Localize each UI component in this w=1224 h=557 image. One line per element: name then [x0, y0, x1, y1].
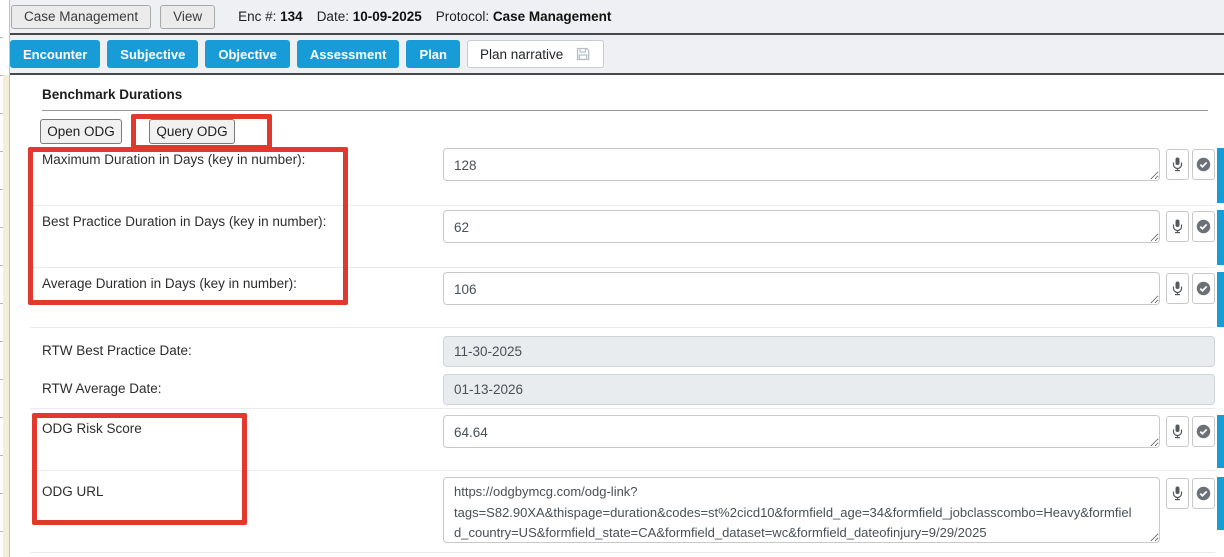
rtw-best-practice-date-field: 11-30-2025 — [443, 336, 1215, 367]
plan-narrative-button[interactable]: Plan narrative — [467, 40, 604, 68]
row-separator — [30, 408, 1215, 409]
check-circle-icon — [1196, 157, 1211, 172]
enc-label: Enc #: — [238, 9, 276, 24]
microphone-icon — [1171, 157, 1184, 172]
best-practice-duration-confirm-button[interactable] — [1192, 211, 1215, 242]
left-strip-border — [9, 0, 10, 557]
date-label: Date: — [317, 9, 349, 24]
query-odg-button[interactable]: Query ODG — [149, 119, 235, 144]
date-value: 10-09-2025 — [353, 9, 422, 24]
encounter-number: Enc #: 134 — [238, 9, 303, 24]
top-toolbar: Case Management View Enc #: 134 Date: 10… — [10, 0, 1224, 35]
tab-plan[interactable]: Plan — [406, 40, 459, 68]
odg-risk-score-mic-button[interactable] — [1166, 416, 1189, 447]
row-separator — [30, 470, 1215, 471]
protocol-value: Case Management — [493, 9, 612, 24]
best-practice-duration-mic-button[interactable] — [1166, 211, 1189, 242]
max-duration-confirm-button[interactable] — [1192, 149, 1215, 180]
encounter-date: Date: 10-09-2025 — [317, 9, 422, 24]
heading-divider — [42, 110, 1208, 111]
field-accent-bar — [1217, 148, 1224, 203]
microphone-icon — [1171, 281, 1184, 296]
enc-value: 134 — [280, 9, 303, 24]
average-duration-label: Average Duration in Days (key in number)… — [42, 276, 297, 291]
odg-url-confirm-button[interactable] — [1192, 478, 1215, 509]
case-management-screen: Case Management View Enc #: 134 Date: 10… — [0, 0, 1224, 557]
protocol: Protocol: Case Management — [436, 9, 612, 24]
row-separator — [30, 552, 1215, 553]
odg-url-label: ODG URL — [42, 484, 104, 499]
odg-url-mic-button[interactable] — [1166, 478, 1189, 509]
row-separator — [30, 327, 1215, 328]
odg-risk-score-confirm-button[interactable] — [1192, 416, 1215, 447]
max-duration-input[interactable]: 128 — [443, 148, 1160, 181]
open-odg-button[interactable]: Open ODG — [40, 119, 122, 144]
odg-risk-score-input[interactable]: 64.64 — [443, 415, 1160, 448]
rtw-average-date-label: RTW Average Date: — [42, 381, 162, 396]
tab-bar: Encounter Subjective Objective Assessmen… — [10, 35, 1224, 75]
microphone-icon — [1171, 219, 1184, 234]
max-duration-label: Maximum Duration in Days (key in number)… — [42, 152, 305, 167]
field-accent-bar — [1217, 415, 1224, 468]
save-icon — [575, 46, 591, 62]
average-duration-input[interactable]: 106 — [443, 272, 1160, 305]
tab-subjective[interactable]: Subjective — [107, 40, 198, 68]
protocol-label: Protocol: — [436, 9, 489, 24]
best-practice-duration-label: Best Practice Duration in Days (key in n… — [42, 214, 326, 229]
section-heading: Benchmark Durations — [42, 87, 182, 102]
row-separator — [30, 205, 1215, 206]
tab-objective[interactable]: Objective — [205, 40, 290, 68]
odg-risk-score-label: ODG Risk Score — [42, 421, 142, 436]
microphone-icon — [1171, 424, 1184, 439]
average-duration-confirm-button[interactable] — [1192, 273, 1215, 304]
field-accent-bar — [1217, 210, 1224, 265]
best-practice-duration-input[interactable]: 62 — [443, 210, 1160, 243]
field-accent-bar — [1217, 477, 1224, 530]
tab-encounter[interactable]: Encounter — [10, 40, 100, 68]
max-duration-mic-button[interactable] — [1166, 149, 1189, 180]
odg-url-input[interactable]: https://odgbymcg.com/odg-link? tags=S82.… — [443, 477, 1160, 543]
check-circle-icon — [1196, 219, 1211, 234]
field-accent-bar — [1217, 272, 1224, 327]
tab-assessment[interactable]: Assessment — [297, 40, 400, 68]
average-duration-mic-button[interactable] — [1166, 273, 1189, 304]
case-management-button[interactable]: Case Management — [11, 5, 151, 29]
rtw-average-date-field: 01-13-2026 — [443, 374, 1215, 405]
microphone-icon — [1171, 486, 1184, 501]
check-circle-icon — [1196, 424, 1211, 439]
row-separator — [30, 267, 1215, 268]
rtw-best-practice-date-label: RTW Best Practice Date: — [42, 343, 192, 358]
view-button[interactable]: View — [160, 5, 215, 29]
check-circle-icon — [1196, 281, 1211, 296]
check-circle-icon — [1196, 486, 1211, 501]
plan-narrative-label: Plan narrative — [480, 47, 563, 62]
